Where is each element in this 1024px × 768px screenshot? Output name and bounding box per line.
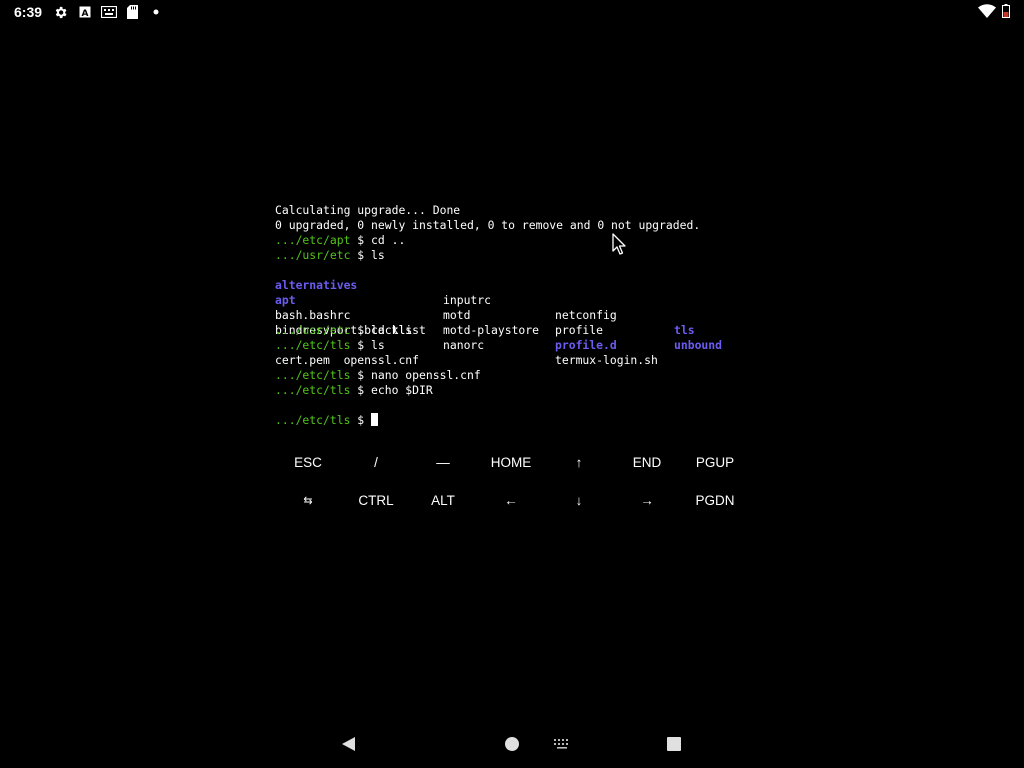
command-text: ls (371, 248, 385, 262)
command-text: echo $DIR (371, 383, 433, 397)
key-slash[interactable]: / (343, 447, 409, 477)
ls-file: termux-login.sh (555, 353, 658, 367)
key-end[interactable]: END (614, 447, 680, 477)
terminal-prompt-line: .../etc/apt $ cd .. (275, 233, 406, 247)
key-down[interactable]: ↓ (546, 485, 612, 515)
ls-file: motd-playstore (443, 323, 540, 337)
prompt-path: .../etc/tls (275, 383, 351, 397)
dot-icon (153, 9, 159, 15)
prompt-path: .../usr/etc (275, 248, 351, 262)
prompt-path: .../etc/tls (275, 413, 351, 427)
key-alt[interactable]: ALT (410, 485, 476, 515)
key-ctrl[interactable]: CTRL (343, 485, 409, 515)
ls-row: bindresvport.blacklist nanorc termux-log… (275, 308, 745, 367)
ls-dir: unbound (674, 338, 723, 352)
key-pgup[interactable]: PGUP (682, 447, 748, 477)
navigation-bar (0, 724, 1024, 768)
mouse-pointer-icon (612, 233, 626, 255)
command-text: cd .. (371, 233, 406, 247)
prompt-path: .../etc/tls (275, 368, 351, 382)
terminal-output[interactable]: Calculating upgrade... Done 0 upgraded, … (275, 203, 745, 433)
settings-icon (55, 6, 67, 19)
keyboard-icon (101, 6, 117, 18)
terminal-line: 0 upgraded, 0 newly installed, 0 to remo… (275, 218, 701, 232)
key-tab[interactable]: ⇆ (275, 485, 341, 515)
terminal-prompt-line: .../etc/tls $ ls (275, 338, 385, 352)
terminal-prompt-line: .../usr/etc $ cd tls (275, 323, 413, 337)
ls-row: bash.bashrc motd-playstore profile.d (275, 293, 745, 352)
ls-dir: profile.d (555, 338, 617, 352)
terminal-active-prompt[interactable]: .../etc/tls $ (275, 413, 379, 428)
ls-file: profile (555, 323, 604, 337)
text-cursor (371, 413, 379, 426)
key-up[interactable]: ↑ (546, 447, 612, 477)
ls-dir: tls (674, 323, 695, 337)
terminal-line: cert.pem openssl.cnf (275, 353, 420, 367)
recents-icon[interactable] (666, 736, 682, 752)
battery-icon (1002, 4, 1010, 18)
command-text: ls (371, 338, 385, 352)
command-text: nano openssl.cnf (371, 368, 481, 382)
key-esc[interactable]: ESC (275, 447, 341, 477)
ls-row: alternatives inputrc netconfig tls (275, 263, 745, 337)
key-home[interactable]: HOME (478, 447, 544, 477)
key-pgdn[interactable]: PGDN (682, 485, 748, 515)
status-bar: 6:39 A (0, 0, 1024, 24)
terminal-prompt-line: .../etc/tls $ nano openssl.cnf (275, 368, 481, 382)
key-left[interactable]: ← (478, 485, 544, 515)
wifi-icon (978, 4, 996, 18)
terminal-line: Calculating upgrade... Done (275, 203, 461, 217)
home-icon[interactable] (504, 736, 520, 752)
ls-row: apt motd profile unbound (275, 278, 745, 352)
a-icon: A (79, 6, 91, 18)
ls-file: nanorc (443, 338, 485, 352)
prompt-path: .../etc/tls (275, 338, 351, 352)
key-dash[interactable]: — (410, 447, 476, 477)
key-right[interactable]: → (614, 485, 680, 515)
terminal-prompt-line: .../usr/etc $ ls (275, 248, 385, 262)
terminal-prompt-line: .../etc/tls $ echo $DIR (275, 383, 433, 397)
status-time: 6:39 (14, 4, 43, 20)
sd-card-icon (127, 5, 138, 19)
svg-text:A: A (82, 9, 89, 18)
extra-keys-bar: ESC / — HOME ↑ END PGUP ⇆ CTRL ALT ← ↓ →… (275, 447, 750, 521)
back-icon[interactable] (341, 736, 356, 752)
keyboard-switch-icon[interactable] (553, 738, 571, 749)
prompt-path: .../etc/apt (275, 233, 351, 247)
command-text: cd tls (371, 323, 413, 337)
prompt-path: .../usr/etc (275, 323, 351, 337)
